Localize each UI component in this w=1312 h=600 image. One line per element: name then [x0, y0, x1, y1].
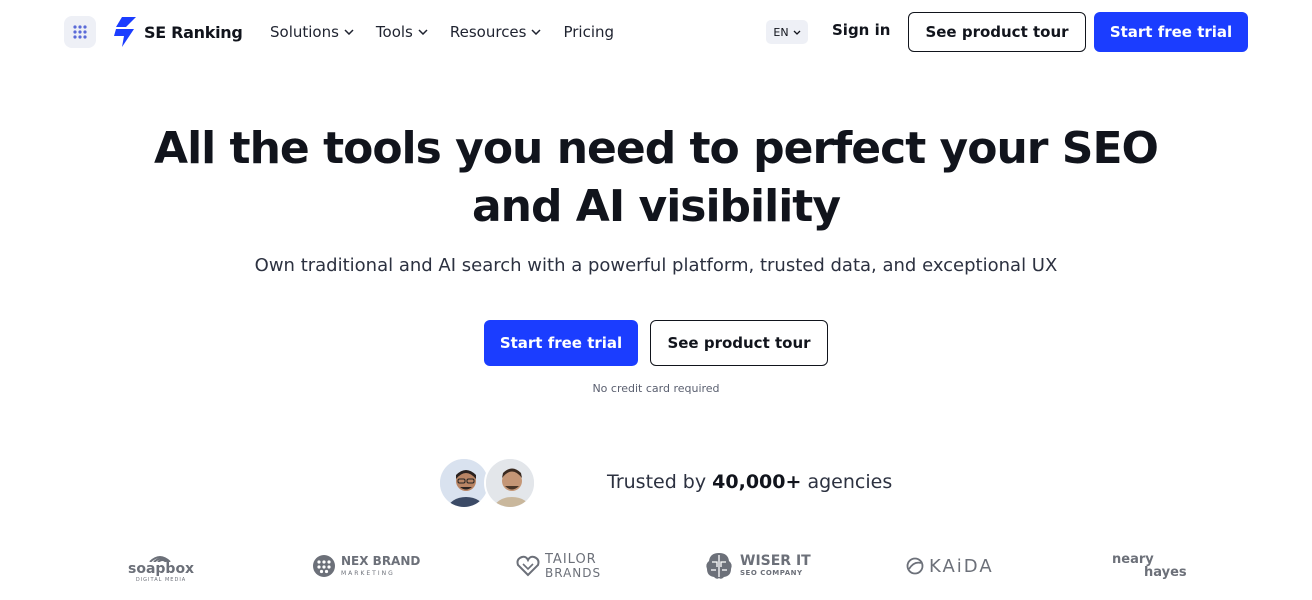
se-ranking-logo[interactable]: SE Ranking — [112, 17, 243, 47]
header-trial-button[interactable]: Start free trial — [1094, 12, 1248, 52]
trusted-count: 40,000+ — [712, 471, 802, 493]
trusted-suffix: agencies — [807, 471, 893, 493]
nav-solutions[interactable]: Solutions — [270, 23, 354, 41]
header-tour-button[interactable]: See product tour — [908, 12, 1086, 52]
logo-tailor-brands: TAILOR BRANDS — [516, 544, 601, 588]
hero-tour-button[interactable]: See product tour — [650, 320, 828, 366]
hero-subtitle: Own traditional and AI search with a pow… — [254, 255, 1058, 276]
nav-tools[interactable]: Tools — [376, 23, 428, 41]
kaida-swirl-icon — [906, 557, 924, 575]
tailor-heart-icon — [516, 555, 540, 577]
client-logos: soapbox DIGITAL MEDIA NEX BRAND MARKETIN… — [0, 544, 1312, 592]
logo-wiser-it: WISER IT SEO COMPANY — [703, 544, 811, 588]
avatar — [438, 457, 490, 509]
hero-trial-button[interactable]: Start free trial — [484, 320, 638, 366]
nav-resources-label: Resources — [449, 23, 527, 41]
logo-text: SE Ranking — [144, 22, 243, 42]
main-nav: Solutions Tools Resources Pricing — [270, 20, 636, 44]
nav-solutions-label: Solutions — [270, 23, 339, 41]
chevron-down-icon — [531, 29, 542, 35]
chevron-down-icon — [793, 30, 801, 35]
language-selector[interactable]: EN — [766, 20, 808, 44]
logo-nex-brand: NEX BRAND MARKETING — [312, 544, 420, 588]
sign-in-link[interactable]: Sign in — [832, 21, 890, 39]
hero-title: All the tools you need to perfect your S… — [0, 120, 1312, 236]
soapbox-waves-icon — [149, 555, 171, 562]
chevron-down-icon — [344, 29, 354, 35]
nav-pricing-label: Pricing — [563, 23, 615, 41]
nex-brand-dots-icon — [313, 555, 335, 577]
trusted-prefix: Trusted by — [607, 471, 707, 493]
language-label: EN — [773, 25, 789, 39]
logo-kaida: KAiDA — [906, 544, 994, 588]
site-header: SE Ranking Solutions Tools Resources Pri… — [0, 0, 1312, 64]
avatar — [484, 457, 536, 509]
grid-dots-icon — [73, 25, 87, 39]
hero-title-line-1: All the tools you need to perfect your S… — [154, 123, 1159, 174]
chevron-down-icon — [418, 29, 428, 35]
agency-avatars — [438, 457, 538, 509]
nav-pricing[interactable]: Pricing — [563, 23, 614, 41]
apps-grid-button[interactable] — [64, 16, 96, 48]
no-credit-card-note: No credit card required — [592, 382, 720, 395]
logo-bolt-icon — [114, 17, 136, 47]
wiser-brain-icon — [706, 553, 732, 579]
logo-soapbox: soapbox DIGITAL MEDIA — [128, 544, 194, 588]
logo-neary-hayes: neary hayes — [1112, 552, 1187, 580]
nav-tools-label: Tools — [375, 23, 413, 41]
nav-resources[interactable]: Resources — [450, 23, 542, 41]
hero-title-line-2: and AI visibility — [471, 181, 841, 232]
trusted-by-text: Trusted by 40,000+ agencies — [607, 471, 892, 493]
